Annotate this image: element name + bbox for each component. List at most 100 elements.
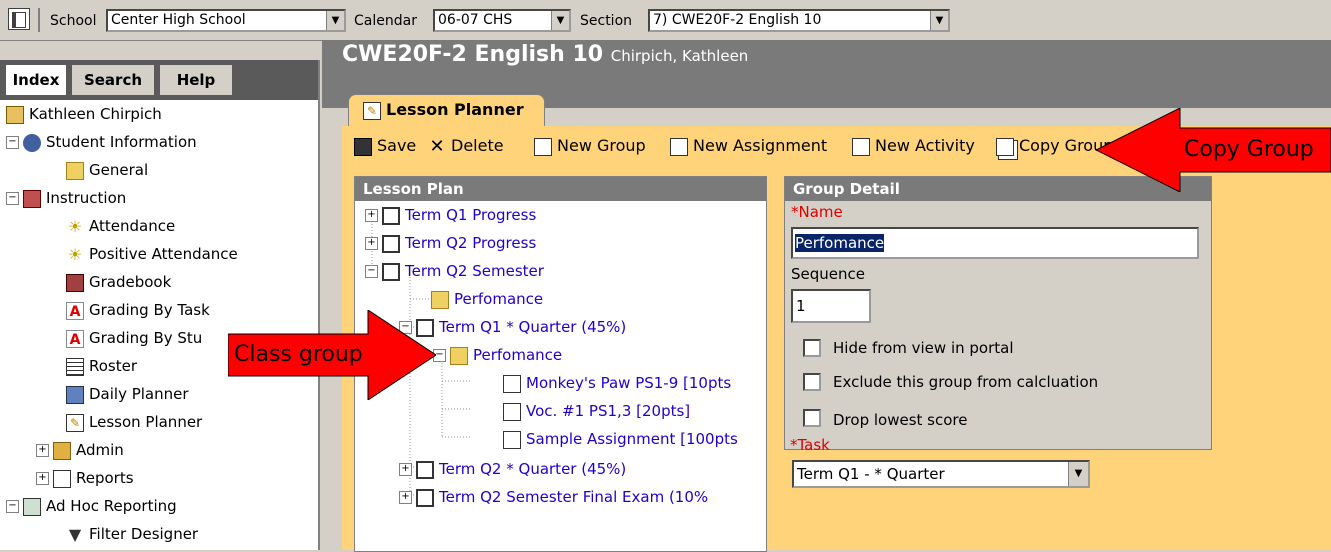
sequence-label: Sequence xyxy=(791,265,865,283)
section-label: Section xyxy=(580,13,633,29)
expand-icon[interactable]: + xyxy=(365,209,378,222)
group-folder-icon xyxy=(382,206,400,225)
lesson-node-term-q2-semester[interactable]: − Term Q2 Semester xyxy=(365,259,544,283)
calendar-value: 06-07 CHS xyxy=(438,12,513,28)
new-assignment-button[interactable]: New Assignment xyxy=(670,136,827,156)
tree-item-positive-attendance[interactable]: ☀ Positive Attendance xyxy=(66,242,238,266)
instruction-icon xyxy=(23,189,41,208)
chevron-down-icon[interactable]: ▼ xyxy=(326,11,344,30)
attendance-icon: ☀ xyxy=(67,216,83,236)
expand-icon[interactable]: + xyxy=(399,491,412,504)
lesson-node-term-q2-semester-final[interactable]: + Term Q2 Semester Final Exam (10% xyxy=(399,485,708,509)
lesson-node-assignment[interactable]: Monkey's Paw PS1-9 [10pts xyxy=(503,371,731,395)
folder-icon xyxy=(431,290,449,309)
admin-icon xyxy=(53,441,71,460)
lesson-node-assignment[interactable]: Sample Assignment [100pts xyxy=(503,427,738,451)
new-group-button[interactable]: New Group xyxy=(534,136,646,156)
save-button[interactable]: Save xyxy=(354,136,416,156)
drop-lowest-checkbox[interactable] xyxy=(803,409,821,427)
roster-icon xyxy=(66,357,84,376)
grade-a-plus-icon: A xyxy=(66,301,84,320)
chevron-down-icon[interactable]: ▼ xyxy=(551,11,569,30)
chart-icon xyxy=(23,497,41,516)
collapse-icon[interactable]: − xyxy=(6,192,19,205)
teacher-name: Chirpich, Kathleen xyxy=(610,47,749,65)
collapse-icon[interactable]: − xyxy=(6,500,19,513)
chevron-down-icon[interactable]: ▼ xyxy=(1068,462,1088,486)
user-icon xyxy=(6,105,24,124)
app-menu-icon[interactable] xyxy=(8,8,30,30)
tab-search[interactable]: Search xyxy=(72,65,154,95)
tree-item-lesson-planner[interactable]: ✎ Lesson Planner xyxy=(66,410,202,434)
tree-item-user[interactable]: Kathleen Chirpich xyxy=(6,102,162,126)
tree-item-gradebook[interactable]: Gradebook xyxy=(66,270,171,294)
collapse-icon[interactable]: − xyxy=(365,265,378,278)
tree-item-grading-by-student[interactable]: A Grading By Stu xyxy=(66,326,202,350)
toolbar-divider xyxy=(38,8,40,32)
task-select[interactable]: Term Q1 - * Quarter ▼ xyxy=(792,460,1090,488)
tree-item-instruction[interactable]: − Instruction xyxy=(6,186,126,210)
chevron-down-icon[interactable]: ▼ xyxy=(930,11,948,30)
tree-item-attendance[interactable]: ☀ Attendance xyxy=(66,214,175,238)
tree-item-daily-planner[interactable]: Daily Planner xyxy=(66,382,189,406)
tab-lesson-planner[interactable]: ✎ Lesson Planner xyxy=(348,94,545,127)
tab-help[interactable]: Help xyxy=(160,65,232,95)
school-value: Center High School xyxy=(111,12,246,28)
document-icon xyxy=(534,137,552,156)
name-label: *Name xyxy=(791,203,843,221)
tree-item-reports[interactable]: + Reports xyxy=(36,466,134,490)
hide-from-portal-label: Hide from view in portal xyxy=(833,339,1014,357)
hide-from-portal-checkbox[interactable] xyxy=(803,339,821,357)
lesson-planner-icon: ✎ xyxy=(66,413,84,432)
exclude-calculation-checkbox[interactable] xyxy=(803,373,821,391)
folder-icon xyxy=(450,346,468,365)
name-field[interactable]: Perfomance xyxy=(791,227,1199,259)
tab-index[interactable]: Index xyxy=(6,65,66,95)
tree-item-grading-by-task[interactable]: A Grading By Task xyxy=(66,298,210,322)
tree-item-roster[interactable]: Roster xyxy=(66,354,137,378)
page-title: CWE20F-2 English 10 Chirpich, Kathleen xyxy=(342,42,749,67)
calendar-label: Calendar xyxy=(354,13,417,29)
lesson-node-assignment[interactable]: Voc. #1 PS1,3 [20pts] xyxy=(503,399,690,423)
exclude-calculation-label: Exclude this group from calcluation xyxy=(833,373,1099,391)
copy-icon xyxy=(996,137,1014,156)
expand-icon[interactable]: + xyxy=(365,237,378,250)
document-icon xyxy=(53,469,71,488)
expand-icon[interactable]: + xyxy=(399,463,412,476)
tree-item-ad-hoc-reporting[interactable]: − Ad Hoc Reporting xyxy=(6,494,177,518)
document-icon xyxy=(503,402,521,421)
lesson-node-perfomance[interactable]: Perfomance xyxy=(431,287,543,311)
tree-item-student-information[interactable]: − Student Information xyxy=(6,130,197,154)
group-folder-icon xyxy=(416,488,434,507)
school-label: School xyxy=(50,13,97,29)
grade-a-plus-icon: A xyxy=(66,329,84,348)
task-value: Term Q1 - * Quarter xyxy=(797,465,945,483)
top-bar: School Center High School ▼ Calendar 06-… xyxy=(0,0,1331,41)
school-select[interactable]: Center High School ▼ xyxy=(106,9,346,32)
expand-icon[interactable]: + xyxy=(36,444,49,457)
section-select[interactable]: 7) CWE20F-2 English 10 ▼ xyxy=(648,9,950,32)
lesson-node-perfomance-class-group[interactable]: − Perfomance xyxy=(433,343,562,367)
filter-icon: ▼ xyxy=(68,524,82,544)
sequence-field[interactable]: 1 xyxy=(791,289,871,323)
left-tab-bar: Index Search Help xyxy=(0,60,318,100)
document-icon xyxy=(503,430,521,449)
tree-item-general[interactable]: General xyxy=(66,158,148,182)
tree-item-filter-designer[interactable]: ▼ Filter Designer xyxy=(66,522,198,546)
group-folder-icon xyxy=(416,460,434,479)
new-activity-button[interactable]: New Activity xyxy=(852,136,975,156)
lesson-node-term-q2-quarter[interactable]: + Term Q2 * Quarter (45%) xyxy=(399,457,626,481)
lesson-node-term-q1-progress[interactable]: + Term Q1 Progress xyxy=(365,203,536,227)
folder-icon xyxy=(66,161,84,180)
lesson-node-term-q2-progress[interactable]: + Term Q2 Progress xyxy=(365,231,536,255)
tree-item-admin[interactable]: + Admin xyxy=(36,438,124,462)
student-icon xyxy=(23,133,41,152)
group-folder-icon xyxy=(382,262,400,281)
group-detail-panel: Group Detail *Name Perfomance Sequence 1… xyxy=(784,176,1212,450)
delete-button[interactable]: ✕ Delete xyxy=(428,136,503,156)
calendar-select[interactable]: 06-07 CHS ▼ xyxy=(433,9,571,32)
expand-icon[interactable]: + xyxy=(36,472,49,485)
collapse-icon[interactable]: − xyxy=(6,136,19,149)
section-value: 7) CWE20F-2 English 10 xyxy=(653,12,822,28)
save-icon xyxy=(354,137,372,156)
